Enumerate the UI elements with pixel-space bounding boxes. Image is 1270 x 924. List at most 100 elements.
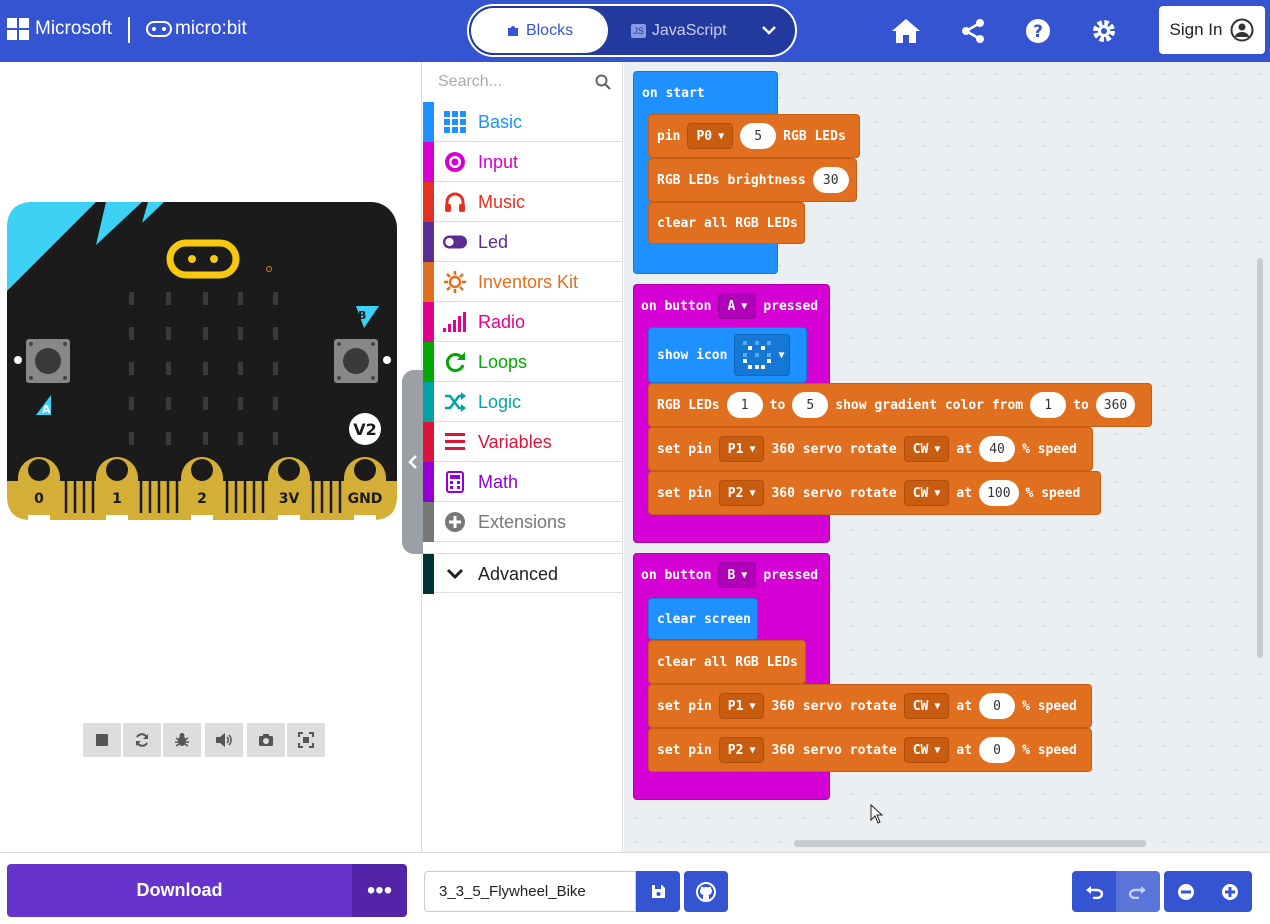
zoom-out-button[interactable]	[1164, 871, 1208, 912]
clear-screen-block[interactable]: clear screen	[648, 598, 758, 640]
redo-button[interactable]	[1116, 871, 1160, 912]
servo-p2-block[interactable]: set pin P2 ▼ 360 servo rotate CW ▼ at 100 …	[648, 471, 1101, 515]
microbit-board[interactable]: A B V2 0 1 2 3V GND	[6, 201, 398, 522]
category-inventors-kit[interactable]: Inventors Kit	[423, 262, 623, 302]
category-basic-label: Basic	[478, 112, 523, 132]
speed-input[interactable]: 0	[979, 737, 1016, 763]
servo-p2-stop-block[interactable]: set pin P2 ▼ 360 servo rotate CW ▼ at 0 % …	[648, 728, 1092, 772]
undo-button[interactable]	[1072, 871, 1116, 912]
direction-dropdown[interactable]: CW ▼	[903, 436, 950, 462]
color-from-input[interactable]: 1	[1030, 392, 1067, 418]
download-button[interactable]: Download	[7, 864, 352, 917]
btn-a-text: A	[727, 298, 736, 314]
pin-rgb-block[interactable]: pin P0 ▼ 5 RGB LEDs	[648, 114, 860, 158]
search-icon[interactable]	[595, 74, 611, 90]
set-pin-text: set pin	[657, 698, 712, 714]
category-variables[interactable]: Variables	[423, 422, 623, 462]
fullscreen-icon[interactable]	[287, 723, 325, 757]
brightness-input[interactable]: 30	[812, 167, 849, 193]
share-icon[interactable]	[956, 14, 990, 48]
category-input-label: Input	[478, 152, 519, 172]
header-divider	[128, 17, 130, 43]
home-icon[interactable]	[889, 14, 923, 48]
save-button[interactable]	[636, 871, 680, 912]
servo-p1-block[interactable]: set pin P1 ▼ 360 servo rotate CW ▼ at 40 %…	[648, 427, 1093, 471]
show-icon-block[interactable]: show icon ▼	[648, 327, 807, 383]
color-to-input[interactable]: 360	[1095, 392, 1136, 418]
mouse-cursor-icon	[870, 804, 884, 824]
button-a-dropdown[interactable]: A ▼	[718, 293, 757, 319]
vertical-scrollbar[interactable]	[1257, 258, 1263, 658]
brightness-block[interactable]: RGB LEDs brightness 30	[648, 158, 857, 202]
speed-text: % speed	[1022, 441, 1077, 457]
category-radio[interactable]: Radio	[423, 302, 623, 342]
volume-icon[interactable]	[205, 723, 243, 757]
speed-input[interactable]: 100	[979, 480, 1019, 506]
speed-input[interactable]: 40	[979, 436, 1016, 462]
pin-p1-dropdown[interactable]: P1 ▼	[718, 436, 765, 462]
gradient-start-input[interactable]: 1	[726, 392, 763, 418]
sign-in-button[interactable]: Sign In	[1159, 6, 1265, 54]
gear-icon[interactable]	[1087, 14, 1121, 48]
microbit-icon	[146, 21, 172, 37]
category-input[interactable]: Input	[423, 142, 623, 182]
screenshot-icon[interactable]	[247, 723, 285, 757]
simulator-panel: A B V2 0 1 2 3V GND	[0, 62, 422, 852]
toolbox: Search... Basic Input Music Led Inventor…	[423, 62, 623, 852]
zoom-in-button[interactable]	[1208, 871, 1252, 912]
category-logic[interactable]: Logic	[423, 382, 623, 422]
direction-dropdown[interactable]: CW ▼	[903, 480, 950, 506]
blocks-workspace[interactable]: on start pin P0 ▼ 5 RGB LEDs RGB LEDs bri…	[624, 62, 1270, 852]
pin-p2-dropdown[interactable]: P2 ▼	[718, 737, 765, 763]
microsoft-logo[interactable]: Microsoft	[7, 18, 112, 40]
direction-dropdown[interactable]: CW ▼	[903, 693, 950, 719]
icon-dropdown[interactable]: ▼	[734, 334, 791, 376]
tab-javascript[interactable]: JS JavaScript	[619, 8, 739, 53]
speed-input[interactable]: 0	[979, 693, 1016, 719]
microbit-logo[interactable]: micro:bit	[146, 18, 247, 40]
rgb-gradient-block[interactable]: RGB LEDs 1 to 5 show gradient color from…	[648, 383, 1152, 427]
horizontal-scrollbar[interactable]	[794, 840, 1146, 847]
on-start-label: on start	[634, 78, 705, 108]
category-math[interactable]: Math	[423, 462, 623, 502]
gradient-end-input[interactable]: 5	[792, 392, 829, 418]
clear-screen-text: clear screen	[657, 611, 751, 627]
category-loops[interactable]: Loops	[423, 342, 623, 382]
pin-p2-dropdown[interactable]: P2 ▼	[718, 480, 765, 506]
at-text: at	[956, 485, 973, 501]
servo-p1-stop-block[interactable]: set pin P1 ▼ 360 servo rotate CW ▼ at 0 % …	[648, 684, 1092, 728]
cw-text: CW	[912, 742, 929, 758]
led-count-input[interactable]: 5	[740, 123, 777, 149]
tab-blocks[interactable]: Blocks	[471, 8, 608, 53]
p2-text: P2	[727, 485, 744, 501]
zoom-out-icon	[1178, 883, 1194, 900]
clear-rgb-block-b[interactable]: clear all RGB LEDs	[648, 640, 806, 684]
github-button[interactable]	[684, 871, 728, 912]
restart-icon[interactable]	[123, 723, 161, 757]
button-a-label: A	[42, 403, 51, 416]
category-extensions[interactable]: Extensions	[423, 502, 623, 542]
category-advanced[interactable]: Advanced	[423, 553, 623, 594]
button-b-label: B	[358, 309, 366, 322]
sun-icon	[443, 270, 467, 294]
download-more-button[interactable]: •••	[352, 864, 407, 917]
category-music[interactable]: Music	[423, 182, 623, 222]
collapse-simulator-button[interactable]	[402, 370, 424, 554]
search-input[interactable]: Search...	[438, 73, 502, 91]
help-icon[interactable]: ?	[1021, 14, 1055, 48]
toolbox-search[interactable]: Search...	[423, 62, 623, 102]
lines-icon	[443, 430, 467, 454]
chevron-down-icon[interactable]	[754, 18, 784, 42]
stop-icon[interactable]	[83, 723, 121, 757]
category-logic-label: Logic	[478, 392, 522, 412]
p1-text: P1	[727, 698, 744, 714]
category-led[interactable]: Led	[423, 222, 623, 262]
debug-icon[interactable]	[163, 723, 201, 757]
button-b-dropdown[interactable]: B ▼	[718, 562, 757, 588]
project-name-input[interactable]: 3_3_5_Flywheel_Bike	[424, 871, 636, 912]
pin-p0-dropdown[interactable]: P0 ▼	[687, 123, 734, 149]
category-basic[interactable]: Basic	[423, 102, 623, 142]
pin-p1-dropdown[interactable]: P1 ▼	[718, 693, 765, 719]
direction-dropdown[interactable]: CW ▼	[903, 737, 950, 763]
clear-rgb-block[interactable]: clear all RGB LEDs	[648, 202, 805, 244]
